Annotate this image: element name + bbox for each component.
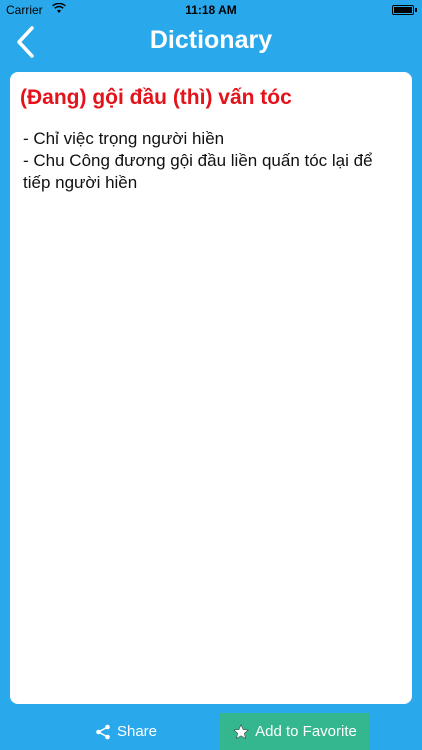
battery-tip — [415, 8, 417, 12]
add-to-favorite-button[interactable]: Add to Favorite — [220, 713, 370, 750]
definition-line: - Chỉ việc trọng người hiền — [23, 129, 225, 148]
share-icon — [95, 724, 111, 740]
star-icon — [233, 723, 250, 740]
share-button[interactable]: Share — [51, 713, 201, 750]
share-label: Share — [116, 723, 158, 740]
entry-card: (Đang) gội đầu (thì) vấn tóc - Chỉ việc … — [10, 72, 412, 704]
entry-headword: (Đang) gội đầu (thì) vấn tóc — [20, 86, 292, 109]
entry-definitions: - Chỉ việc trọng người hiền - Chu Công đ… — [23, 128, 403, 194]
battery-icon — [392, 5, 414, 15]
status-bar: Carrier 11:18 AM — [0, 0, 422, 20]
favorite-label: Add to Favorite — [255, 723, 357, 740]
definition-line: - Chu Công đương gội đầu liền quấn tóc l… — [23, 151, 373, 192]
status-time: 11:18 AM — [185, 3, 237, 17]
navigation-bar: Dictionary — [0, 20, 422, 64]
page-title: Dictionary — [149, 26, 273, 54]
